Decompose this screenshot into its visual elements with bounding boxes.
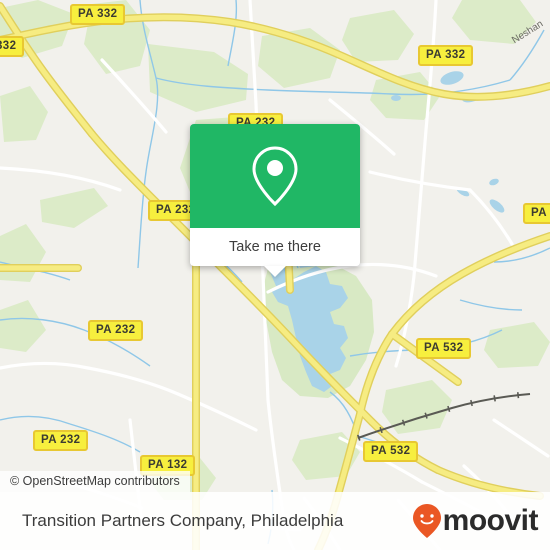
moovit-logo[interactable]: moovit (412, 503, 539, 539)
route-shield-pa-232-mid: PA 232 (88, 320, 144, 341)
route-shield-pa-332-northeast: PA 332 (418, 45, 474, 66)
route-shield-pa-532-lower: PA 532 (363, 441, 419, 462)
take-me-there-button-label: Take me there (229, 239, 321, 255)
route-shield-pa-532-mid: PA 532 (416, 338, 472, 359)
moovit-smiley-pin-icon (412, 504, 441, 538)
location-pin-icon (252, 146, 298, 207)
route-shield-pa-232-lower: PA 232 (33, 430, 89, 451)
popup-header (190, 124, 360, 228)
route-shield-332-left-edge: 332 (0, 36, 25, 57)
place-popup-card[interactable]: Take me there (190, 124, 360, 277)
openstreetmap-attribution[interactable]: © OpenStreetMap contributors (0, 471, 190, 492)
place-title: Transition Partners Company, Philadelphi… (22, 511, 344, 530)
moovit-map-screenshot: PA 332 PA 332 332 PA 232 PA 232 PA 232 P… (0, 0, 550, 550)
popup-action-row[interactable]: Take me there (190, 228, 360, 277)
route-shield-pa-5-right-edge: PA 5 (523, 203, 550, 224)
footer-bar: Transition Partners Company, Philadelphi… (0, 492, 550, 550)
popup-pointer-tail (264, 266, 286, 277)
route-shield-pa-332-north: PA 332 (70, 4, 126, 25)
moovit-wordmark: moovit (442, 504, 539, 537)
